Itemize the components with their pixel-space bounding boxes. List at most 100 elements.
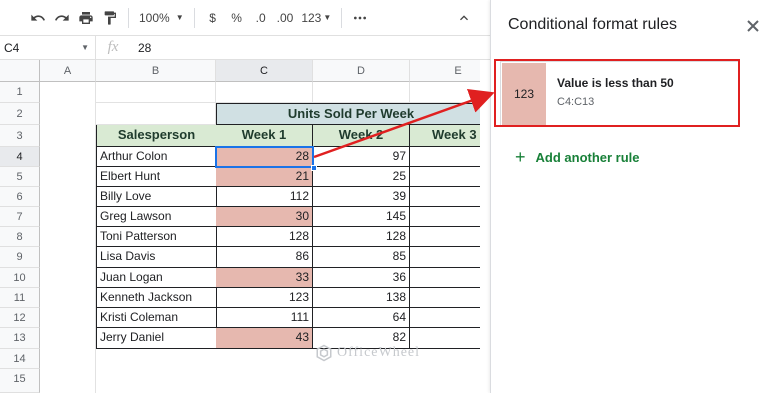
- table-row-week-2[interactable]: 25: [313, 167, 410, 187]
- row-header-13[interactable]: 13: [0, 328, 40, 349]
- toolbar-divider: [128, 7, 129, 28]
- name-box[interactable]: C4 ▼: [0, 36, 96, 59]
- row-header-8[interactable]: 8: [0, 227, 40, 247]
- table-row-week-3[interactable]: [410, 288, 480, 308]
- row-header-5[interactable]: 5: [0, 167, 40, 187]
- row-header-1[interactable]: 1: [0, 82, 40, 103]
- decrease-decimal-button[interactable]: .0: [249, 5, 273, 31]
- table-row-week-3[interactable]: [410, 227, 480, 247]
- header-week-2[interactable]: Week 2: [313, 125, 410, 147]
- table-row-name[interactable]: Kenneth Jackson: [96, 288, 217, 308]
- table-band-title[interactable]: Units Sold Per Week: [216, 103, 480, 125]
- add-rule-label: Add another rule: [535, 149, 640, 165]
- row-header-12[interactable]: 12: [0, 308, 40, 328]
- table-row-week-3[interactable]: [410, 268, 480, 288]
- table-row-week-2[interactable]: 36: [313, 268, 410, 288]
- table-row-week-3[interactable]: [410, 207, 480, 227]
- table-row-week-3[interactable]: [410, 308, 480, 328]
- select-all-corner[interactable]: [0, 60, 40, 82]
- table-row-week-3[interactable]: [410, 167, 480, 187]
- table-row-week-2[interactable]: 64: [313, 308, 410, 328]
- table-row-name[interactable]: Toni Patterson: [96, 227, 217, 247]
- add-another-rule-button[interactable]: + Add another rule: [515, 147, 640, 167]
- toolbar-divider: [341, 7, 343, 28]
- column-header-a[interactable]: A: [40, 60, 96, 82]
- close-icon[interactable]: [745, 18, 761, 34]
- more-options-icon[interactable]: [348, 5, 372, 31]
- table-row-name[interactable]: Juan Logan: [96, 268, 217, 288]
- panel-title: Conditional format rules: [508, 16, 677, 33]
- format-rule-card[interactable]: 123 Value is less than 50 C4:C13: [500, 61, 740, 127]
- row-header-6[interactable]: 6: [0, 187, 40, 207]
- table-row-name[interactable]: Kristi Coleman: [96, 308, 217, 328]
- column-header-e[interactable]: E: [410, 60, 480, 82]
- table-row-week-2[interactable]: 97: [313, 147, 410, 167]
- table-row-week-1[interactable]: 112: [216, 187, 313, 207]
- table-row-week-1[interactable]: 28: [216, 147, 313, 167]
- column-header-b[interactable]: B: [96, 60, 216, 82]
- table-row-week-2[interactable]: 145: [313, 207, 410, 227]
- table-row-week-1[interactable]: 111: [216, 308, 313, 328]
- column-header-d[interactable]: D: [313, 60, 410, 82]
- table-row-week-1[interactable]: 21: [216, 167, 313, 187]
- cell-b2[interactable]: [96, 103, 216, 125]
- table-row-week-1[interactable]: 123: [216, 288, 313, 308]
- more-formats-label: 123: [301, 10, 322, 25]
- cell-d1[interactable]: [313, 82, 410, 103]
- fill-handle[interactable]: [311, 165, 317, 171]
- header-week-3[interactable]: Week 3: [410, 125, 480, 147]
- row-header-9[interactable]: 9: [0, 247, 40, 268]
- collapse-toolbar-icon[interactable]: [452, 5, 476, 31]
- table-row-week-1[interactable]: 30: [216, 207, 313, 227]
- table-row-name[interactable]: Lisa Davis: [96, 247, 217, 268]
- undo-icon[interactable]: [26, 5, 50, 31]
- row-header-10[interactable]: 10: [0, 268, 40, 288]
- more-formats-button[interactable]: 123 ▼: [297, 5, 335, 31]
- plus-icon: +: [515, 147, 526, 167]
- cell-c1[interactable]: [216, 82, 313, 103]
- percent-format-button[interactable]: %: [225, 5, 249, 31]
- row-header-3[interactable]: 3: [0, 125, 40, 147]
- table-row-name[interactable]: Billy Love: [96, 187, 217, 207]
- header-salesperson[interactable]: Salesperson: [96, 125, 217, 147]
- table-row-week-2[interactable]: 39: [313, 187, 410, 207]
- row-header-11[interactable]: 11: [0, 288, 40, 308]
- cell-e1[interactable]: [410, 82, 480, 103]
- table-row-week-1[interactable]: 33: [216, 268, 313, 288]
- table-row-week-1[interactable]: 128: [216, 227, 313, 247]
- redo-icon[interactable]: [50, 5, 74, 31]
- row-header-4[interactable]: 4: [0, 147, 40, 167]
- table-row-name[interactable]: Jerry Daniel: [96, 328, 217, 349]
- table-row-week-2[interactable]: 85: [313, 247, 410, 268]
- formula-input[interactable]: 28: [130, 41, 151, 55]
- increase-decimal-button[interactable]: .00: [273, 5, 298, 31]
- paint-format-icon[interactable]: [98, 5, 122, 31]
- table-row-week-1[interactable]: 86: [216, 247, 313, 268]
- toolbar: 100% ▼ $ % .0 .00 123 ▼: [0, 0, 490, 36]
- table-row-week-3[interactable]: [410, 187, 480, 207]
- table-row-week-2[interactable]: 138: [313, 288, 410, 308]
- cell-b1[interactable]: [96, 82, 216, 103]
- table-row-name[interactable]: Elbert Hunt: [96, 167, 217, 187]
- table-row-name[interactable]: Greg Lawson: [96, 207, 217, 227]
- chevron-down-icon: ▼: [175, 13, 184, 22]
- table-row-week-3[interactable]: [410, 247, 480, 268]
- chevron-down-icon: ▼: [81, 43, 89, 52]
- print-icon[interactable]: [74, 5, 98, 31]
- row-header-7[interactable]: 7: [0, 207, 40, 227]
- column-header-c[interactable]: C: [216, 60, 313, 82]
- row-header-15[interactable]: 15: [0, 369, 40, 393]
- table-row-week-3[interactable]: [410, 147, 480, 167]
- currency-format-button[interactable]: $: [201, 5, 225, 31]
- table-row-week-2[interactable]: 128: [313, 227, 410, 247]
- table-row-name[interactable]: Arthur Colon: [96, 147, 217, 167]
- column-a-cells[interactable]: [40, 82, 96, 393]
- zoom-select[interactable]: 100% ▼: [135, 5, 188, 31]
- watermark-text: OfficeWheel: [337, 345, 421, 360]
- row-header-14[interactable]: 14: [0, 349, 40, 369]
- table-row-week-3[interactable]: [410, 328, 480, 349]
- table-row-week-1[interactable]: 43: [216, 328, 313, 349]
- cell-reference: C4: [4, 40, 20, 55]
- row-header-2[interactable]: 2: [0, 103, 40, 125]
- header-week-1[interactable]: Week 1: [216, 125, 313, 147]
